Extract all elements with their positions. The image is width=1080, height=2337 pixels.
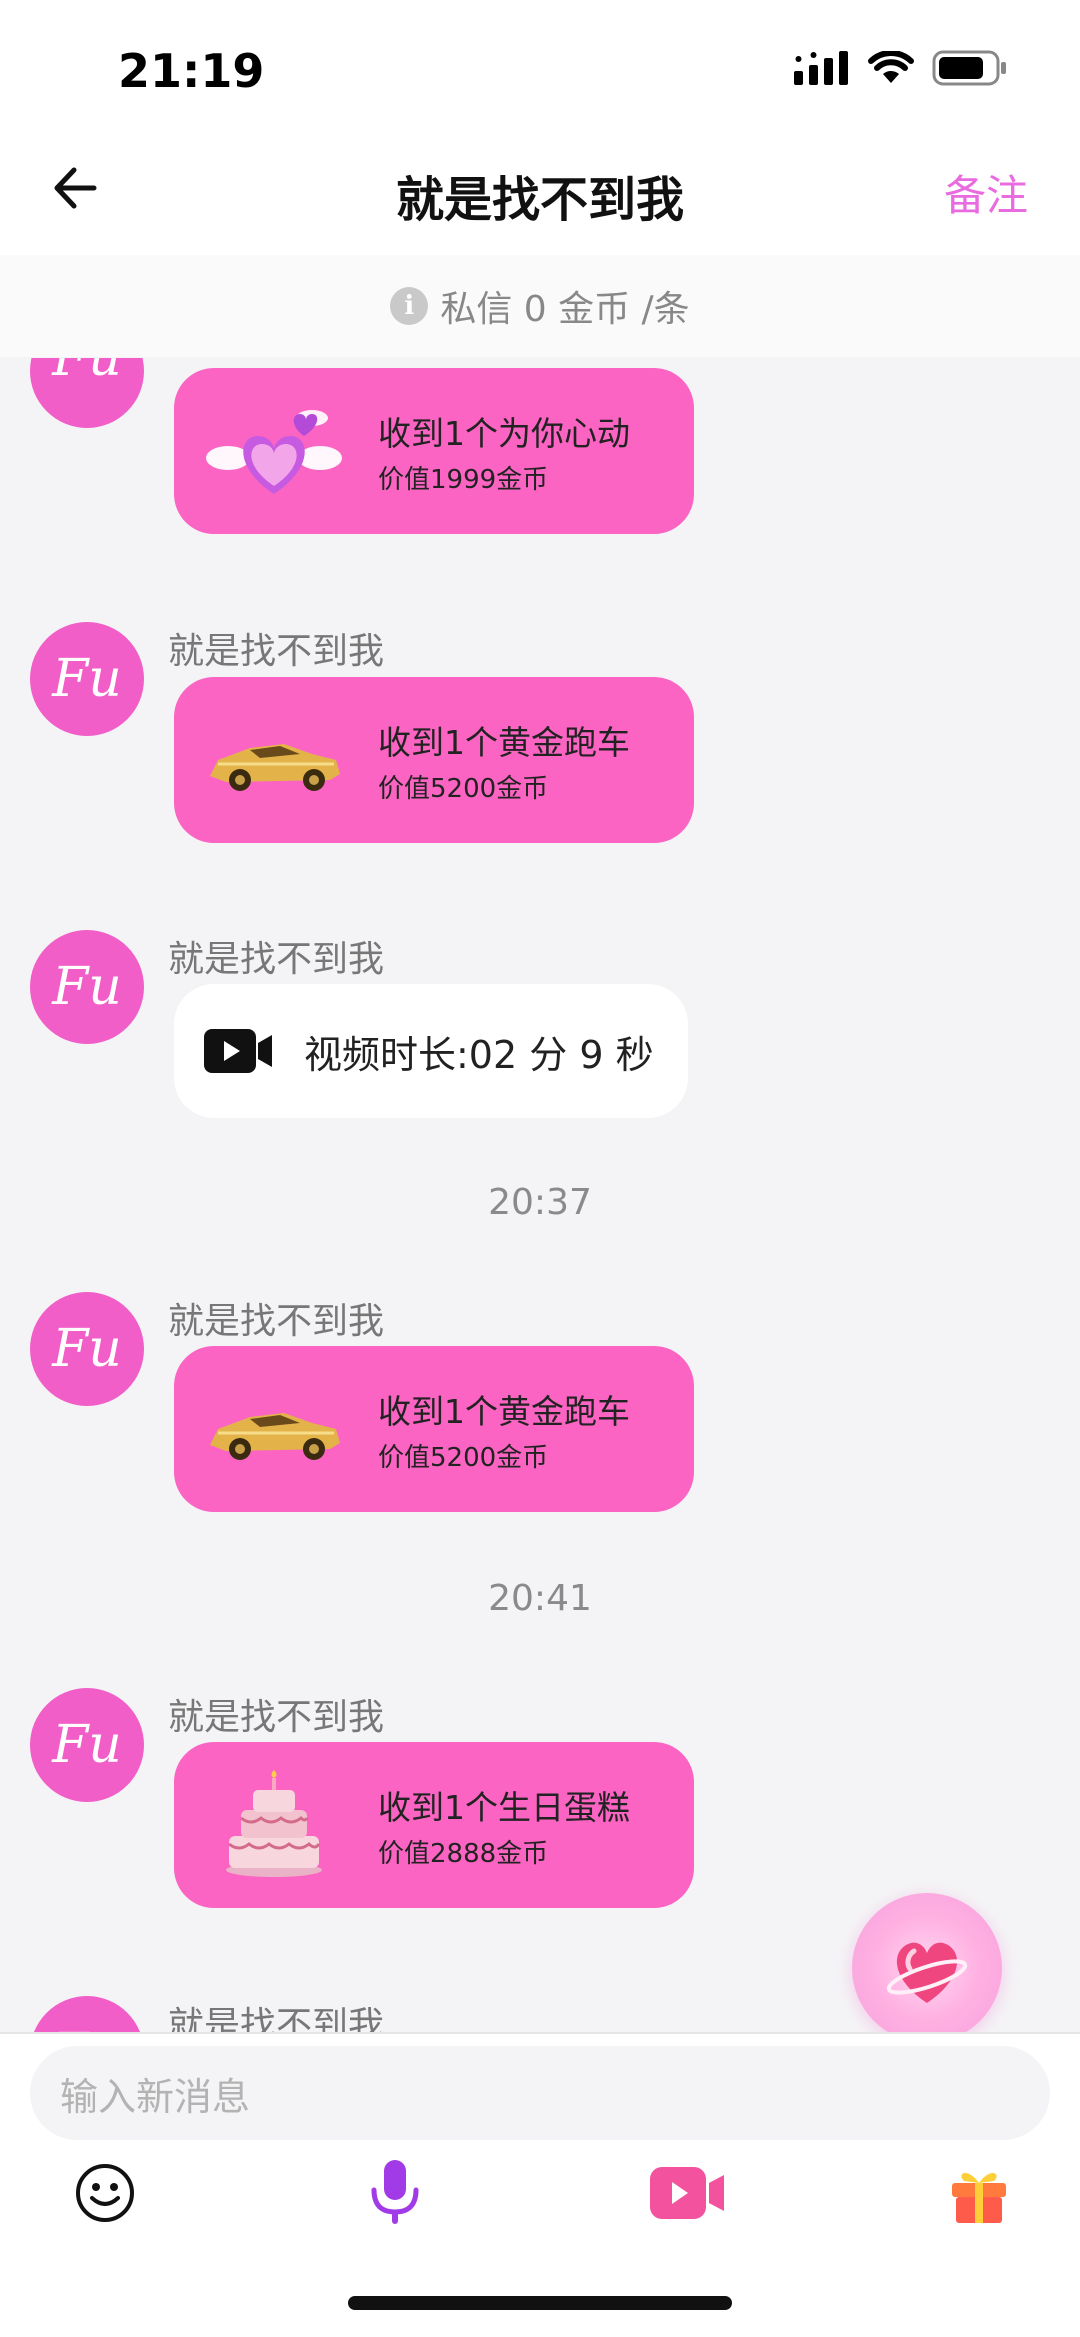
wifi-icon (868, 51, 914, 83)
timestamp: 20:37 (488, 1182, 592, 1223)
floating-heart-button[interactable] (852, 1893, 1002, 2043)
remark-button[interactable]: 备注 (944, 162, 1028, 223)
gift-value: 价值2888金币 (378, 1838, 549, 1869)
emoji-button[interactable] (70, 2158, 140, 2228)
gift-text: 收到1个黄金跑车 价值5200金币 (378, 716, 630, 805)
video-camera-icon (204, 1029, 272, 1073)
gold-car-gift-icon (204, 705, 344, 815)
gold-car-gift-icon (204, 1374, 344, 1484)
gift-text: 收到1个为你心动 价值1999金币 (378, 407, 630, 496)
sender-name: 就是找不到我 (168, 1301, 385, 1342)
gift-message[interactable]: 收到1个为你心动 价值1999金币 (174, 368, 694, 534)
gift-message[interactable]: 收到1个黄金跑车 价值5200金币 (174, 1346, 694, 1512)
heart-icon (886, 1942, 968, 2003)
gift-message[interactable]: 收到1个生日蛋糕 价值2888金币 (174, 1742, 694, 1908)
avatar[interactable]: Fu (30, 930, 144, 1044)
gift-text: 收到1个黄金跑车 价值5200金币 (378, 1385, 630, 1474)
gift-title: 收到1个生日蛋糕 (378, 1787, 630, 1827)
heart-wings-gift-icon (204, 396, 344, 506)
emoji-icon (76, 2164, 134, 2222)
sender-name: 就是找不到我 (168, 1697, 385, 1738)
message-cost-notice: i 私信 0 金币 /条 (0, 255, 1080, 357)
battery-icon (932, 50, 1006, 86)
sender-name: 就是找不到我 (168, 631, 385, 672)
status-time: 21:19 (118, 44, 265, 98)
status-icons (794, 50, 1008, 86)
info-icon: i (390, 287, 429, 325)
video-call-button[interactable] (650, 2158, 726, 2228)
avatar[interactable]: Fu (30, 622, 144, 736)
gift-title: 收到1个为你心动 (378, 413, 630, 453)
video-call-icon (650, 2167, 724, 2219)
sender-name: 就是找不到我 (168, 939, 385, 980)
chat-screen: 21:19 就是找不到我 备注 i 私信 0 金币 /条 Fu 收到1个为你心动… (0, 0, 1080, 2337)
video-message[interactable]: 视频时长:02 分 9 秒 (174, 984, 688, 1118)
gift-icon (952, 2172, 1006, 2223)
video-duration: 视频时长:02 分 9 秒 (304, 1032, 654, 1077)
message-input[interactable]: 输入新消息 (30, 2046, 1050, 2140)
cellular-signal-icon (794, 51, 848, 85)
page-title: 就是找不到我 (395, 172, 684, 228)
gift-text: 收到1个生日蛋糕 价值2888金币 (378, 1781, 630, 1870)
gift-value: 价值5200金币 (378, 1442, 549, 1473)
gift-value: 价值5200金币 (378, 773, 549, 804)
timestamp: 20:41 (488, 1578, 592, 1619)
gift-title: 收到1个黄金跑车 (378, 1391, 630, 1431)
birthday-cake-gift-icon (204, 1770, 344, 1880)
avatar[interactable]: Fu (30, 1292, 144, 1406)
avatar[interactable]: Fu (30, 1688, 144, 1802)
microphone-icon (371, 2160, 419, 2224)
gift-value: 价值1999金币 (378, 464, 549, 495)
gift-message[interactable]: 收到1个黄金跑车 价值5200金币 (174, 677, 694, 843)
home-indicator (348, 2296, 732, 2310)
gift-title: 收到1个黄金跑车 (378, 722, 630, 762)
gift-button[interactable] (944, 2158, 1014, 2228)
notice-text: 私信 0 金币 /条 (440, 289, 690, 330)
voice-button[interactable] (360, 2158, 430, 2228)
